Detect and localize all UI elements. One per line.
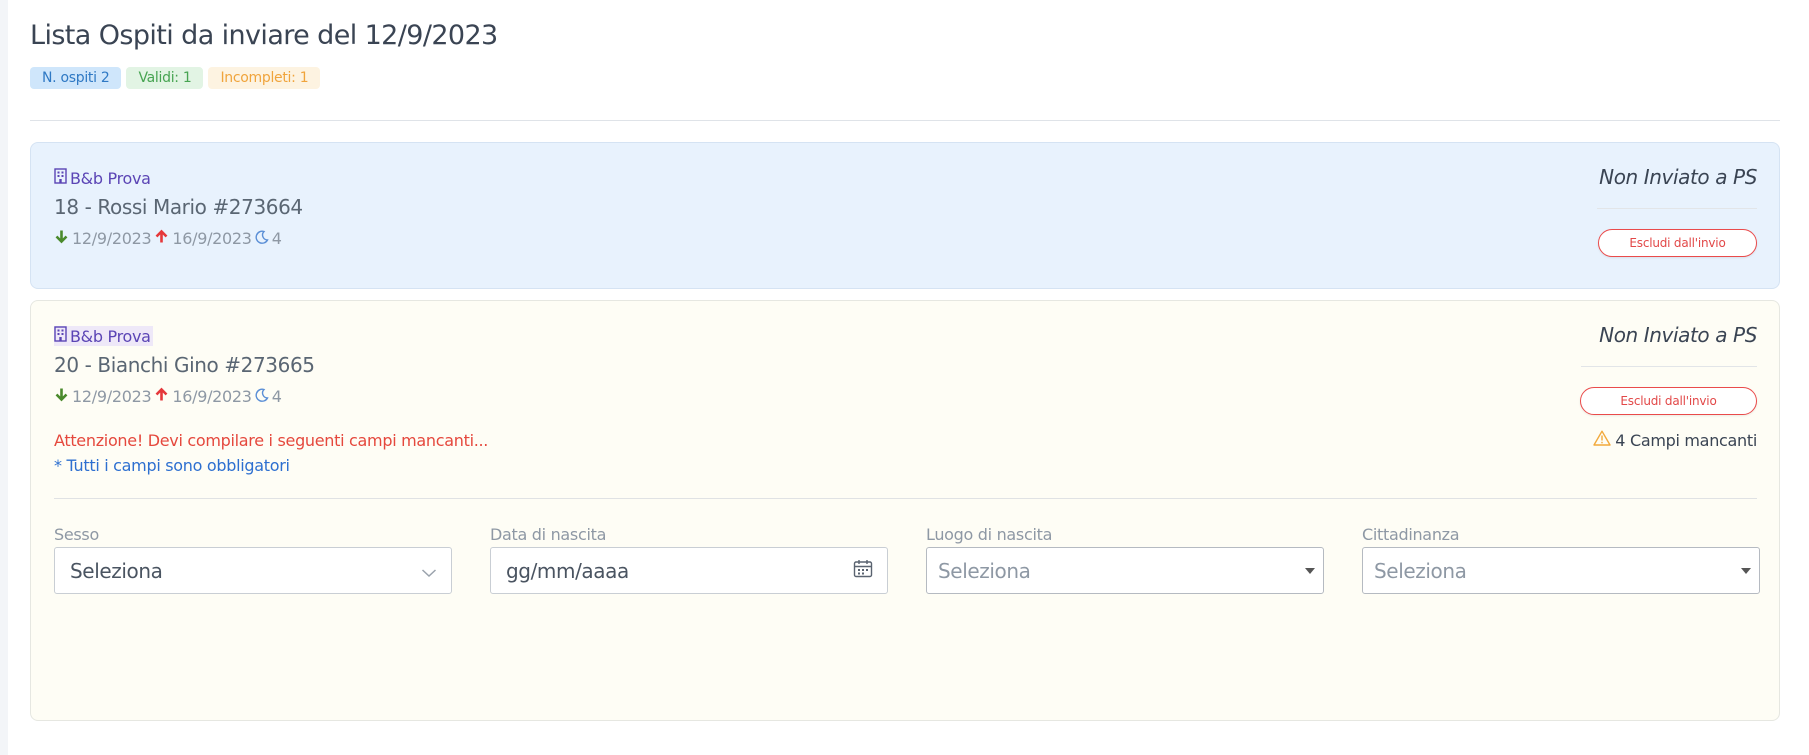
calendar-icon[interactable]: [853, 559, 873, 583]
property-label: B&b Prova: [54, 326, 153, 346]
guests-count-badge: N. ospiti 2: [30, 67, 122, 89]
arrow-down-icon: [54, 387, 69, 406]
guest-card: B&b Prova 20 - Bianchi Gino #273665 12/9…: [30, 300, 1780, 721]
missing-fields-warning: Attenzione! Devi compilare i seguenti ca…: [54, 431, 489, 450]
sesso-select[interactable]: Seleziona: [54, 547, 452, 594]
nights-count: 4: [271, 387, 282, 406]
moon-icon: [255, 229, 269, 248]
citizenship-field: Cittadinanza Seleziona: [1362, 525, 1760, 594]
exclude-button[interactable]: Escludi dall'invio: [1580, 387, 1757, 415]
arrow-down-icon: [54, 229, 69, 248]
send-status: Non Inviato a PS: [1599, 165, 1757, 189]
birthplace-label: Luogo di nascita: [926, 525, 1053, 544]
stay-dates: 12/9/2023 16/9/2023 4: [54, 387, 282, 406]
guest-name: 20 - Bianchi Gino #273665: [54, 353, 315, 377]
birthdate-field: Data di nascita gg/mm/aaaa: [490, 525, 888, 594]
citizenship-label: Cittadinanza: [1362, 525, 1460, 544]
sesso-field: Sesso Seleziona: [54, 525, 452, 594]
citizenship-select[interactable]: Seleziona: [1362, 547, 1760, 594]
arrow-up-icon: [154, 229, 169, 248]
stay-dates: 12/9/2023 16/9/2023 4: [54, 229, 282, 248]
page-title: Lista Ospiti da inviare del 12/9/2023: [30, 20, 498, 51]
exclude-button[interactable]: Escludi dall'invio: [1598, 229, 1757, 257]
citizenship-value: Seleziona: [1374, 558, 1467, 583]
header-divider: [30, 120, 1780, 121]
checkout-date: 16/9/2023: [172, 387, 252, 406]
caret-down-icon: [1305, 567, 1315, 574]
birthdate-input[interactable]: gg/mm/aaaa: [490, 547, 888, 594]
missing-fields-count: 4 Campi mancanti: [1593, 430, 1757, 450]
warning-icon: [1593, 430, 1611, 450]
caret-down-icon: [1741, 567, 1751, 574]
page: Lista Ospiti da inviare del 12/9/2023 N.…: [8, 0, 1809, 755]
guest-card: B&b Prova 18 - Rossi Mario #273664 12/9/…: [30, 142, 1780, 289]
guest-name: 18 - Rossi Mario #273664: [54, 195, 303, 219]
status-divider: [1581, 366, 1757, 367]
birthplace-value: Seleziona: [938, 558, 1031, 583]
building-icon: [54, 326, 67, 346]
checkout-date: 16/9/2023: [172, 229, 252, 248]
birthdate-placeholder: gg/mm/aaaa: [506, 558, 629, 583]
missing-count-label: 4 Campi mancanti: [1615, 430, 1757, 450]
checkin-date: 12/9/2023: [72, 229, 152, 248]
property-name: B&b Prova: [70, 326, 151, 346]
building-icon: [54, 168, 67, 188]
birthdate-label: Data di nascita: [490, 525, 607, 544]
birthplace-field: Luogo di nascita Seleziona: [926, 525, 1324, 594]
send-status: Non Inviato a PS: [1599, 323, 1757, 347]
incomplete-count-badge: Incompleti: 1: [208, 67, 321, 89]
checkin-date: 12/9/2023: [72, 387, 152, 406]
sesso-value: Seleziona: [70, 558, 163, 583]
nights-count: 4: [271, 229, 282, 248]
arrow-up-icon: [154, 387, 169, 406]
moon-icon: [255, 387, 269, 406]
property-name: B&b Prova: [70, 168, 151, 188]
summary-badges: N. ospiti 2 Validi: 1 Incompleti: 1: [30, 67, 321, 89]
form-divider: [54, 498, 1757, 499]
required-fields-note: * Tutti i campi sono obbligatori: [54, 456, 290, 475]
valid-count-badge: Validi: 1: [126, 67, 204, 89]
chevron-down-icon: [421, 559, 437, 583]
status-divider: [1597, 208, 1757, 209]
sesso-label: Sesso: [54, 525, 99, 544]
birthplace-select[interactable]: Seleziona: [926, 547, 1324, 594]
property-label: B&b Prova: [54, 168, 151, 188]
